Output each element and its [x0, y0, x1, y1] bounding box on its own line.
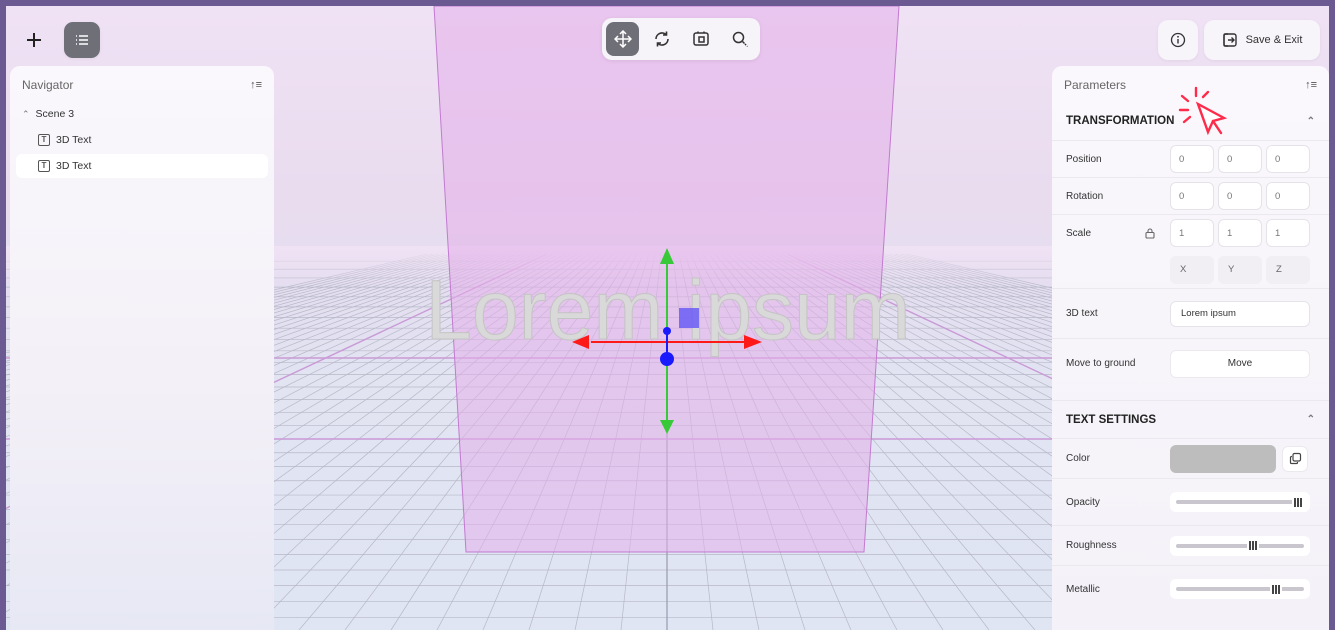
move-arrows-icon: [613, 30, 632, 48]
axis-labels-row: X Y Z: [1052, 251, 1329, 288]
text-settings-section-header[interactable]: TEXT SETTINGS ⌃: [1052, 400, 1329, 438]
opacity-slider-thumb[interactable]: [1292, 494, 1304, 510]
copy-color-button[interactable]: [1282, 445, 1308, 472]
collapse-chevron-icon[interactable]: ⌃: [22, 109, 30, 120]
text-content-input[interactable]: Lorem ipsum: [1170, 300, 1310, 327]
save-exit-label: Save & Exit: [1245, 34, 1303, 46]
position-z-input[interactable]: 0: [1266, 145, 1310, 173]
scene-label: Scene 3: [35, 108, 75, 120]
tree-item-label: 3D Text: [56, 160, 92, 172]
list-icon: [76, 35, 88, 45]
axis-x-label: X: [1170, 255, 1214, 284]
save-exit-button[interactable]: Save & Exit: [1204, 20, 1320, 60]
chevron-up-icon[interactable]: ⌃: [1307, 116, 1315, 127]
rotate-tool-button[interactable]: [645, 22, 678, 56]
axis-z-label: Z: [1266, 255, 1310, 284]
navigator-panel: Navigator ↑≡ ⌃ Scene 3 T 3D Text T 3D Te…: [10, 66, 274, 630]
transform-toolbar: [602, 18, 760, 60]
rotation-z-input[interactable]: 0: [1266, 182, 1310, 210]
scale-box-icon: [692, 31, 709, 46]
magnifier-icon: [732, 31, 748, 48]
text-object-icon: T: [38, 134, 50, 146]
color-swatch[interactable]: [1170, 444, 1276, 473]
ground-label: Move to ground: [1066, 358, 1136, 369]
rotation-x-input[interactable]: 0: [1170, 182, 1214, 210]
scale-x-input[interactable]: 1: [1170, 219, 1214, 247]
text-object-icon: T: [38, 160, 50, 172]
text-label: 3D text: [1066, 308, 1098, 319]
metallic-label: Metallic: [1066, 583, 1100, 595]
parameters-panel: Parameters ↑≡ TRANSFORMATION ⌃ Position …: [1052, 66, 1329, 630]
metallic-slider[interactable]: [1170, 579, 1310, 599]
ground-row: Move to ground Move: [1052, 338, 1329, 388]
tree-scene-node[interactable]: ⌃ Scene 3: [10, 102, 274, 126]
rotation-label: Rotation: [1066, 190, 1104, 202]
metallic-row: Metallic: [1052, 565, 1329, 612]
plus-icon: [27, 33, 41, 47]
navigator-title: Navigator: [22, 78, 74, 92]
opacity-label: Opacity: [1066, 496, 1100, 508]
tree-item-3d-text-selected[interactable]: T 3D Text: [16, 154, 268, 178]
info-button[interactable]: [1158, 20, 1198, 60]
axis-y-label: Y: [1218, 255, 1262, 284]
copy-icon: [1289, 452, 1301, 465]
text-settings-title: TEXT SETTINGS: [1066, 413, 1157, 426]
roughness-label: Roughness: [1066, 540, 1117, 551]
rotation-row: Rotation 0 0 0: [1052, 177, 1329, 214]
transformation-title: TRANSFORMATION: [1066, 115, 1175, 127]
position-x-input[interactable]: 0: [1170, 145, 1214, 173]
position-y-input[interactable]: 0: [1218, 145, 1262, 173]
sort-icon[interactable]: ↑≡: [1305, 79, 1317, 91]
metallic-slider-thumb[interactable]: [1269, 581, 1282, 597]
parameters-title: Parameters: [1064, 78, 1127, 92]
opacity-row: Opacity: [1052, 478, 1329, 525]
lock-icon[interactable]: [1144, 227, 1156, 239]
chevron-up-icon[interactable]: ⌃: [1307, 414, 1315, 425]
scale-row: Scale 1 1 1: [1052, 214, 1329, 251]
scale-z-input[interactable]: 1: [1266, 219, 1310, 247]
editor-stage: Lorem ipsum Save & Exit Navigator ↑≡ ⌃ S…: [6, 6, 1329, 630]
exit-icon: [1222, 33, 1237, 47]
roughness-row: Roughness: [1052, 525, 1329, 565]
position-label: Position: [1066, 153, 1102, 165]
move-tool-button[interactable]: [606, 22, 639, 56]
rotation-y-input[interactable]: 0: [1218, 182, 1262, 210]
opacity-slider[interactable]: [1170, 492, 1310, 512]
rotate-icon: [654, 31, 669, 47]
move-to-ground-button[interactable]: Move: [1170, 349, 1310, 378]
roughness-slider[interactable]: [1170, 535, 1310, 556]
click-cursor-icon: [1178, 86, 1228, 136]
tree-item-label: 3D Text: [56, 134, 92, 146]
info-icon: [1170, 32, 1186, 48]
scale-y-input[interactable]: 1: [1218, 219, 1262, 247]
outline-toggle-button[interactable]: [64, 22, 100, 58]
sort-icon[interactable]: ↑≡: [250, 79, 262, 91]
tree-item-3d-text[interactable]: T 3D Text: [16, 128, 268, 152]
scale-tool-button[interactable]: [684, 22, 717, 56]
roughness-slider-thumb[interactable]: [1246, 537, 1259, 554]
scale-label: Scale: [1066, 227, 1170, 239]
color-label: Color: [1066, 453, 1090, 464]
text-row: 3D text Lorem ipsum: [1052, 288, 1329, 338]
color-row: Color: [1052, 438, 1329, 478]
add-object-button[interactable]: [16, 22, 52, 58]
zoom-tool-button[interactable]: [723, 22, 756, 56]
